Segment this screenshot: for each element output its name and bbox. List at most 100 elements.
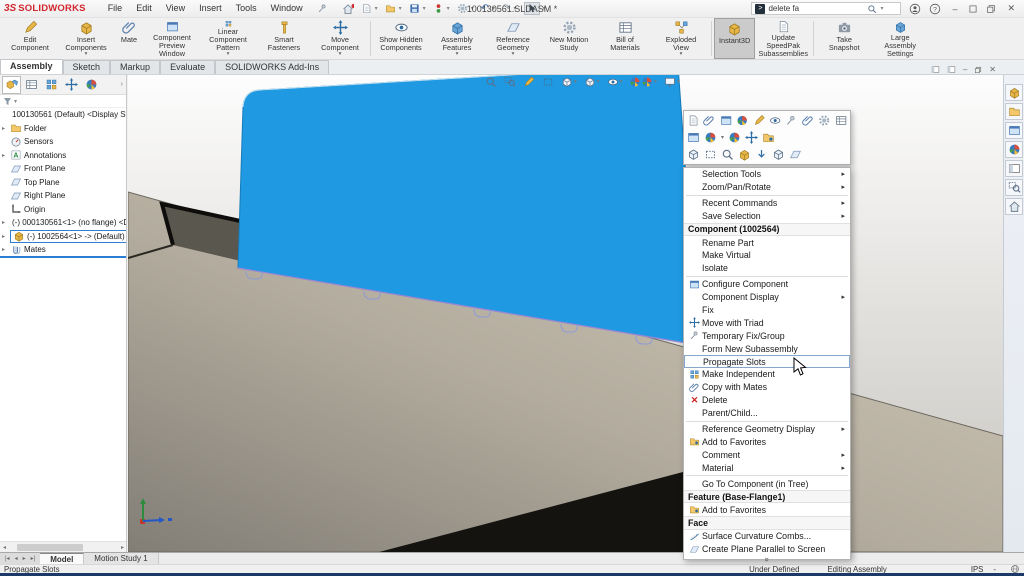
tree-item-front-plane[interactable]: Front Plane [0, 162, 126, 176]
menu-item-parent-child[interactable]: Parent/Child... [684, 407, 850, 420]
menu-insert[interactable]: Insert [199, 3, 222, 14]
attach-icon[interactable] [802, 114, 814, 127]
zoom-to-fit-icon[interactable] [485, 76, 497, 88]
previous-view-icon[interactable] [523, 76, 535, 88]
menu-item-propagate-slots[interactable]: Propagate Slots [684, 355, 850, 368]
user-account-icon[interactable] [909, 3, 921, 15]
component-preview-icon[interactable] [720, 114, 732, 127]
help-icon[interactable] [929, 3, 941, 15]
tab-evaluate[interactable]: Evaluate [160, 60, 215, 74]
doc-close-icon[interactable]: ✕ [989, 65, 996, 74]
menu-edit[interactable]: Edit [136, 3, 152, 14]
search-icon[interactable] [867, 4, 877, 14]
tree-horizontal-scrollbar[interactable]: ◂ ▸ [0, 541, 127, 552]
scrollbar-thumb[interactable] [17, 544, 83, 551]
scroll-left-icon[interactable]: ◂ [0, 544, 9, 551]
tree-item-assembly-root[interactable]: 100130561 (Default) <Display State-1> [0, 108, 126, 122]
menu-item-form-new-subassembly[interactable]: Form New Subassembly [684, 342, 850, 355]
tab-motion-study-1[interactable]: Motion Study 1 [84, 553, 158, 564]
menu-item-create-plane-parallel[interactable]: Create Plane Parallel to Screen [684, 543, 850, 556]
graphics-viewport[interactable]: ▾ ▾ ▾ ▾ ▾ [128, 75, 1003, 552]
isolate-icon[interactable] [738, 148, 751, 161]
menu-item-add-to-favorites[interactable]: Add to Favorites [684, 435, 850, 448]
menu-item-material[interactable]: Material▸ [684, 461, 850, 474]
doc-restore-icon[interactable] [974, 66, 982, 74]
menu-file[interactable]: File [108, 3, 123, 14]
menu-item-component-display[interactable]: Component Display▸ [684, 291, 850, 304]
tree-tabs-overflow-icon[interactable]: › [121, 81, 126, 88]
menu-item-temporary-fix-group[interactable]: Temporary Fix/Group [684, 329, 850, 342]
search-input[interactable] [768, 4, 864, 13]
large-assembly-settings-button[interactable]: Large Assembly Settings [872, 18, 928, 59]
options-gear-icon[interactable] [457, 3, 468, 14]
next-tab-icon[interactable]: ▸ [21, 555, 28, 562]
viewport-3d-scene[interactable] [128, 75, 1003, 552]
appearances-star-icon[interactable] [728, 131, 741, 144]
insert-components-button[interactable]: Insert Components▾ [58, 18, 114, 59]
view-settings-icon[interactable]: ▾ [664, 76, 680, 88]
menu-item-rename-part[interactable]: Rename Part [684, 236, 850, 249]
view-palette-icon[interactable] [1005, 160, 1023, 177]
tree-item-mates[interactable]: ▸Mates [0, 243, 126, 257]
window-maximize-button[interactable] [968, 4, 978, 14]
take-snapshot-button[interactable]: Take Snapshot [816, 18, 872, 59]
menu-item-add-to-favorites-feature[interactable]: Add to Favorites [684, 503, 850, 516]
menu-item-reference-geometry-display[interactable]: Reference Geometry Display▸ [684, 423, 850, 436]
doc-minimize-icon[interactable]: – [963, 65, 967, 74]
dimxpertmanager-tab[interactable] [62, 76, 81, 94]
search-commands-icon[interactable]: > [755, 4, 765, 14]
material-icon[interactable] [762, 131, 775, 144]
component-properties-icon[interactable] [835, 114, 847, 127]
menu-item-move-with-triad[interactable]: Move with Triad [684, 316, 850, 329]
configure-window-icon[interactable] [687, 131, 700, 144]
appearances-dropdown-icon[interactable]: ▾ [721, 134, 724, 141]
menu-window[interactable]: Window [271, 3, 303, 14]
menu-item-go-to-component[interactable]: Go To Component (in Tree) [684, 477, 850, 490]
menu-item-delete[interactable]: ✕Delete [684, 394, 850, 407]
window-close-button[interactable]: ✕ [1004, 3, 1018, 14]
pin-menu-icon[interactable] [317, 3, 328, 14]
component-preview-window-button[interactable]: Component Preview Window [144, 18, 200, 59]
custom-properties-icon[interactable] [1005, 179, 1023, 196]
window-restore-button[interactable] [986, 4, 996, 14]
reference-geometry-button[interactable]: Reference Geometry▾ [485, 18, 541, 59]
solidworks-resources-icon[interactable] [1005, 84, 1023, 101]
zoom-to-area-icon[interactable] [504, 76, 516, 88]
instant3d-button[interactable]: Instant3D [714, 18, 755, 59]
appearances-scenes-icon[interactable] [1005, 141, 1023, 158]
menu-item-surface-curvature-combs[interactable]: Surface Curvature Combs... [684, 530, 850, 543]
window-minimize-button[interactable]: – [949, 4, 960, 14]
edit-component-button[interactable]: Edit Component [2, 18, 58, 59]
new-motion-study-button[interactable]: New Motion Study [541, 18, 597, 59]
view-orientation-icon[interactable]: ▾ [561, 76, 577, 88]
prev-tab-icon[interactable]: ◂ [13, 555, 20, 562]
propertymanager-tab[interactable] [22, 76, 41, 94]
search-box[interactable]: > ▾ [751, 2, 901, 15]
assembly-features-button[interactable]: Assembly Features▾ [429, 18, 485, 59]
tree-item-component-1002564[interactable]: ▸(-) 1002564<1> -> (Default) <<De [0, 230, 126, 244]
tree-item-sensors[interactable]: Sensors [0, 135, 126, 149]
featuremanager-tab[interactable] [2, 76, 21, 94]
tree-filter-row[interactable]: ▾ [0, 95, 126, 108]
menu-item-save-selection[interactable]: Save Selection▸ [684, 210, 850, 223]
pane-left-icon[interactable] [931, 65, 940, 74]
select-other-icon[interactable] [687, 148, 700, 161]
update-speedpak-button[interactable]: Update SpeedPak Subassemblies [755, 18, 811, 59]
search-dropdown-icon[interactable]: ▾ [880, 5, 883, 12]
tab-solidworks-addins[interactable]: SOLIDWORKS Add-Ins [215, 60, 329, 74]
edit-appearance-icon[interactable] [736, 114, 748, 127]
new-document-icon[interactable] [361, 3, 372, 14]
menu-view[interactable]: View [166, 3, 185, 14]
first-tab-icon[interactable]: |◂ [3, 555, 12, 562]
menu-item-make-independent[interactable]: Make Independent [684, 368, 850, 381]
save-icon[interactable] [409, 3, 420, 14]
tab-assembly[interactable]: Assembly [0, 59, 63, 74]
tree-item-top-plane[interactable]: Top Plane [0, 176, 126, 190]
menu-item-isolate[interactable]: Isolate [684, 262, 850, 275]
mate-button[interactable]: Mate [114, 18, 144, 59]
exploded-view-button[interactable]: Exploded View▾ [653, 18, 709, 59]
open-icon[interactable] [385, 3, 396, 14]
redo-icon[interactable]: ↷ [502, 3, 510, 14]
menu-item-configure-component[interactable]: Configure Component [684, 278, 850, 291]
display-style-icon[interactable]: ▾ [584, 76, 600, 88]
